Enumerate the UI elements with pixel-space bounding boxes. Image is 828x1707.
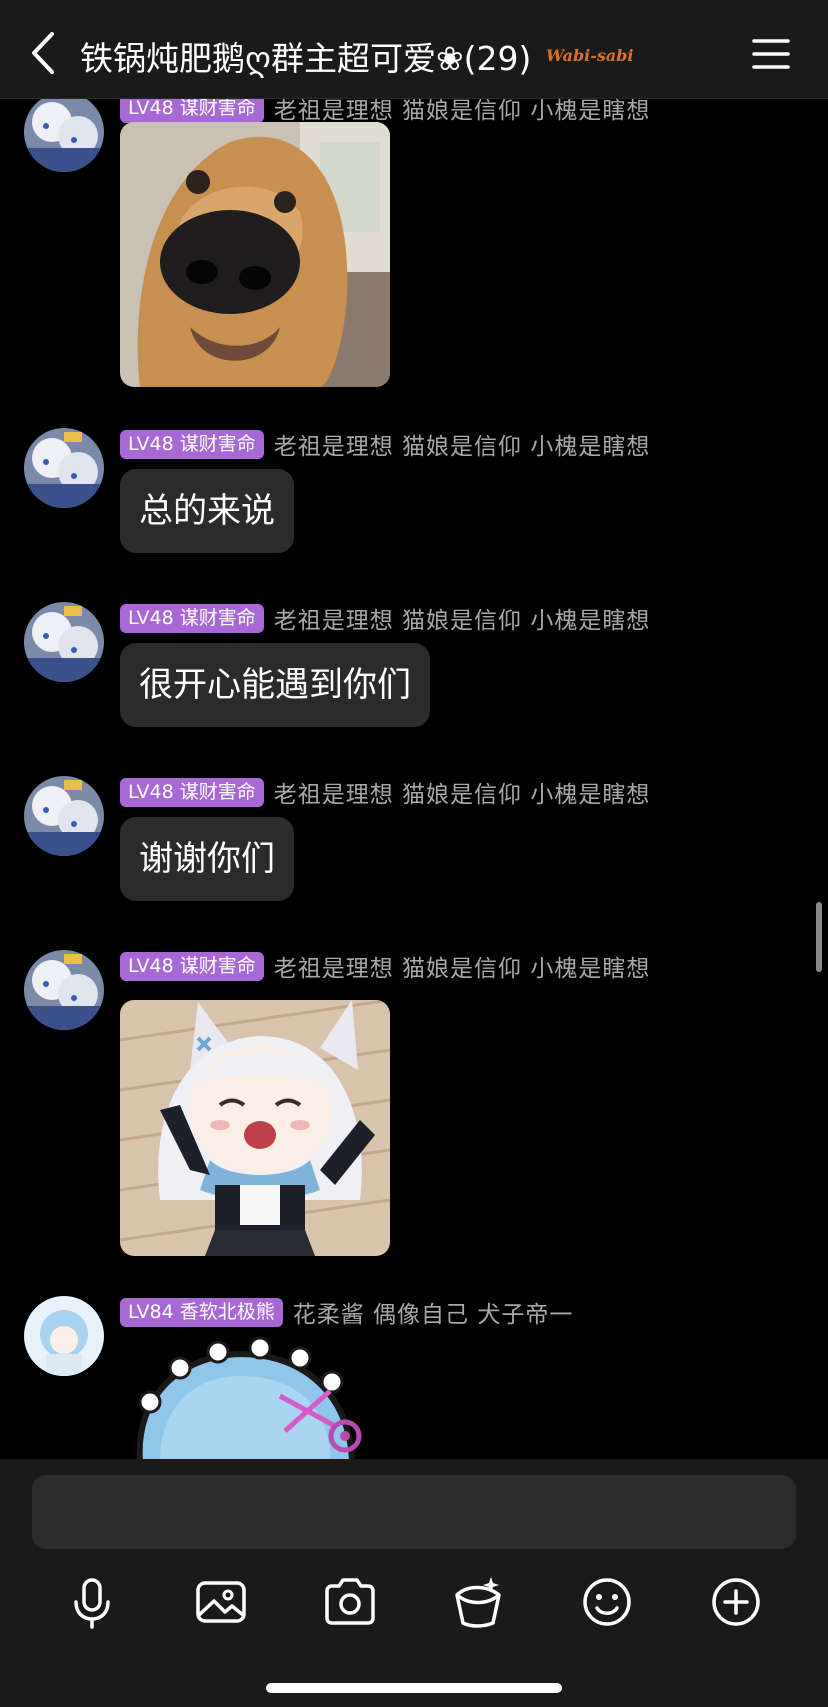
avatar[interactable] [24, 950, 104, 1030]
level-badge: LV84 香软北极熊 [120, 1297, 283, 1327]
emoji-button[interactable] [576, 1571, 638, 1633]
back-button[interactable] [24, 30, 64, 76]
avatar[interactable] [24, 776, 104, 856]
chat-message: LV48 谋财害命 老祖是理想 猫娘是信仰 小槐是瞎想 谢谢你们 [0, 772, 828, 912]
message-input[interactable] [32, 1475, 796, 1549]
camera-icon [325, 1578, 375, 1625]
message-bubble[interactable]: 很开心能遇到你们 [120, 643, 430, 727]
shiba-dog-closeup-photo[interactable] [120, 122, 390, 387]
voice-button[interactable] [61, 1571, 123, 1633]
chat-message: LV48 谋财害命 老祖是理想 猫娘是信仰 小槐是瞎想 总的来说 [0, 424, 828, 564]
message-bubble[interactable]: 谢谢你们 [120, 817, 294, 901]
red-packet-button[interactable] [447, 1571, 509, 1633]
avatar[interactable] [24, 99, 104, 172]
home-indicator[interactable] [266, 1683, 562, 1693]
sender-nickname: 老祖是理想 猫娘是信仰 小槐是瞎想 [273, 782, 651, 808]
message-bubble[interactable]: 总的来说 [120, 469, 294, 553]
sender-nickname: 老祖是理想 猫娘是信仰 小槐是瞎想 [273, 608, 651, 634]
emoji-icon [583, 1578, 631, 1626]
level-badge: LV48 谋财害命 [120, 777, 264, 807]
title-badge: Wabi-sabi [546, 46, 634, 65]
level-badge: LV48 谋财害命 [120, 603, 264, 633]
level-badge: LV48 谋财害命 [120, 429, 264, 459]
chat-message: LV84 香软北极熊 花柔酱 偶像自己 犬子帝一 [0, 1292, 828, 1459]
sender-nickname: 老祖是理想 猫娘是信仰 小槐是瞎想 [273, 434, 651, 460]
sender-name-row: LV48 谋财害命 老祖是理想 猫娘是信仰 小槐是瞎想 [120, 429, 651, 460]
avatar[interactable] [24, 1296, 104, 1376]
chat-message: LV48 谋财害命 老祖是理想 猫娘是信仰 小槐是瞎想 很开心能遇到你们 [0, 598, 828, 738]
avatar[interactable] [24, 602, 104, 682]
sender-name-row: LV48 谋财害命 老祖是理想 猫娘是信仰 小槐是瞎想 [120, 777, 651, 808]
image-button[interactable] [190, 1571, 252, 1633]
chat-message-list[interactable]: LV48 谋财害命 老祖是理想 猫娘是信仰 小槐是瞎想 LV48 谋财害命 老祖… [0, 99, 828, 1459]
sender-name-row: LV48 谋财害命 老祖是理想 猫娘是信仰 小槐是瞎想 [120, 951, 651, 982]
anime-catgirl-sticker[interactable] [120, 1000, 390, 1256]
input-bar [0, 1459, 828, 1707]
image-icon [196, 1581, 246, 1623]
camera-button[interactable] [319, 1571, 381, 1633]
sender-name-row: LV48 谋财害命 老祖是理想 猫娘是信仰 小槐是瞎想 [120, 99, 650, 124]
red-packet-icon [455, 1577, 501, 1628]
plus-icon [712, 1578, 760, 1626]
chat-message: LV48 谋财害命 老祖是理想 猫娘是信仰 小槐是瞎想 [0, 99, 828, 399]
level-badge: LV48 谋财害命 [120, 951, 264, 981]
chat-title: 铁锅炖肥鹅ღ群主超可爱❀(29) [80, 39, 532, 78]
hamburger-menu-icon [752, 39, 790, 69]
sender-nickname: 花柔酱 偶像自己 犬子帝一 [292, 1302, 574, 1328]
more-button[interactable] [705, 1571, 767, 1633]
scrollbar-thumb[interactable] [816, 902, 822, 972]
chat-header: 铁锅炖肥鹅ღ群主超可爱❀(29) Wabi-sabi [0, 0, 828, 99]
menu-button[interactable] [752, 38, 790, 70]
chevron-left-icon [32, 32, 54, 74]
sender-name-row: LV48 谋财害命 老祖是理想 猫娘是信仰 小槐是瞎想 [120, 603, 651, 634]
avatar[interactable] [24, 428, 104, 508]
chat-message: LV48 谋财害命 老祖是理想 猫娘是信仰 小槐是瞎想 [0, 946, 828, 1266]
anime-blue-hair-sticker[interactable] [120, 1336, 390, 1459]
microphone-icon [74, 1578, 110, 1629]
level-badge: LV48 谋财害命 [120, 99, 264, 123]
sender-nickname: 老祖是理想 猫娘是信仰 小槐是瞎想 [273, 956, 651, 982]
sender-name-row: LV84 香软北极熊 花柔酱 偶像自己 犬子帝一 [120, 1297, 574, 1328]
